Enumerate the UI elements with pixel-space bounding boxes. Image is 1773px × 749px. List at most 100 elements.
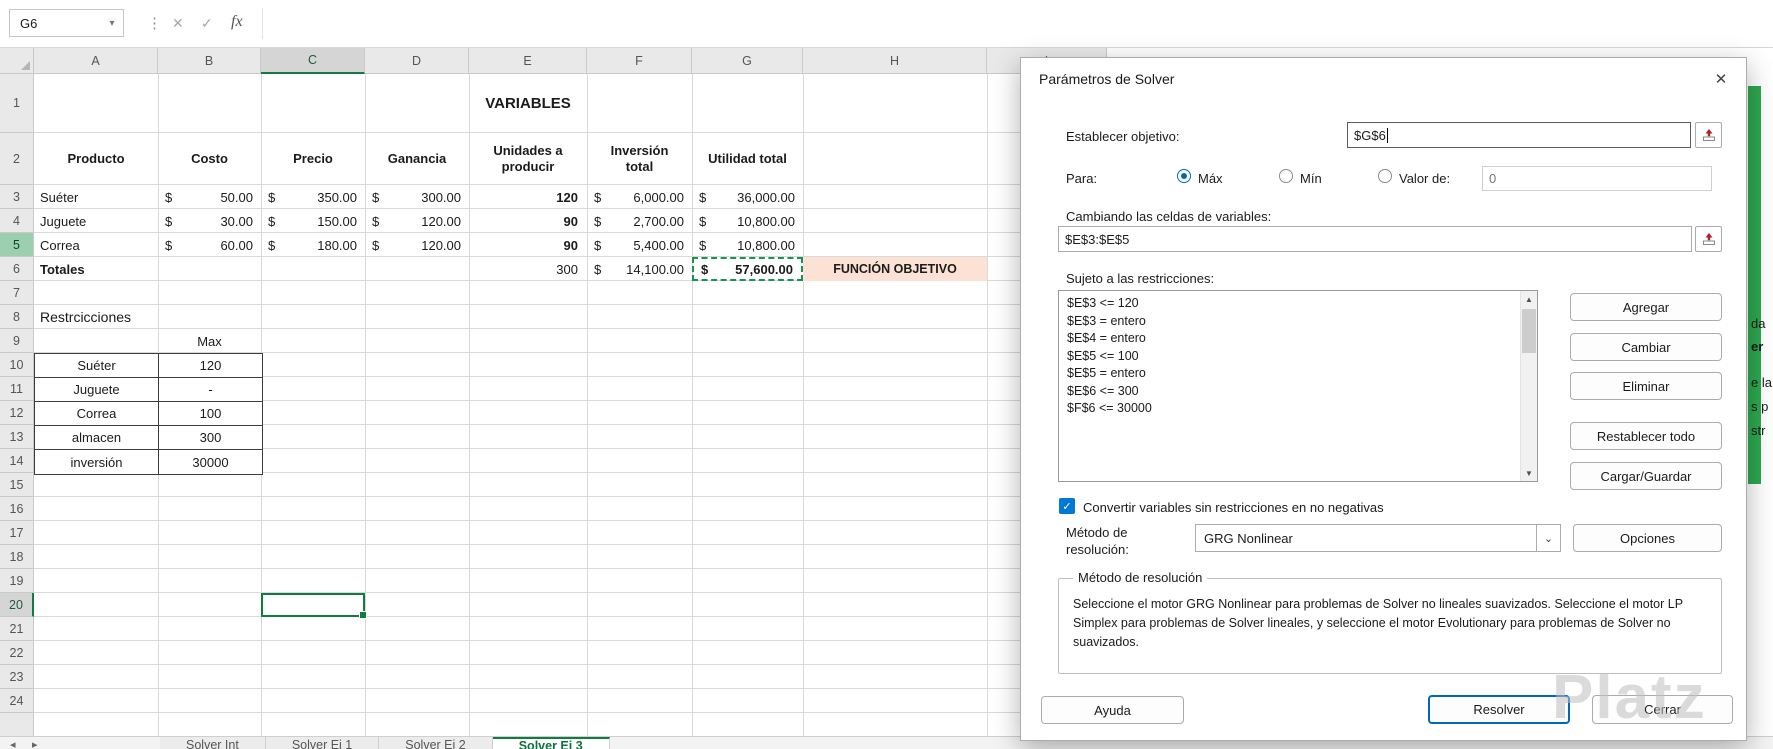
chevron-down-icon[interactable]: ▾ <box>101 18 123 29</box>
radio-value-of[interactable] <box>1378 169 1392 183</box>
row-header[interactable]: 24 <box>0 689 34 713</box>
row-header[interactable]: 16 <box>0 497 34 521</box>
cell-F4[interactable]: $2,700.00 <box>587 209 692 233</box>
nonneg-checkbox-label[interactable]: Convertir variables sin restricciones en… <box>1083 499 1563 516</box>
cell-B5[interactable]: $60.00 <box>158 233 261 257</box>
constraint-item[interactable]: $E$3 <= 120 <box>1067 295 1520 313</box>
radio-max[interactable] <box>1177 169 1191 183</box>
cell-A11[interactable]: Juguete <box>35 378 159 402</box>
cell-G3[interactable]: $36,000.00 <box>692 185 803 209</box>
cell-A6[interactable]: Totales <box>34 257 158 281</box>
formula-input[interactable] <box>270 6 1765 41</box>
cell-B3[interactable]: $50.00 <box>158 185 261 209</box>
select-all-corner[interactable] <box>0 48 34 74</box>
radio-min-label[interactable]: Mín <box>1300 170 1322 187</box>
delete-button[interactable]: Eliminar <box>1570 372 1722 400</box>
row-header[interactable]: 14 <box>0 449 34 473</box>
cell-A3[interactable]: Suéter <box>34 185 158 209</box>
variable-cells-range-button[interactable] <box>1695 226 1722 252</box>
constraints-list[interactable]: $E$3 <= 120 $E$3 = entero $E$4 = entero $E$… <box>1058 290 1538 482</box>
cell-D3[interactable]: $300.00 <box>365 185 469 209</box>
cell-A5[interactable]: Correa <box>34 233 158 257</box>
cell-A10[interactable]: Suéter <box>35 354 159 378</box>
cell-A2[interactable]: Producto <box>34 133 158 185</box>
cell-C3[interactable]: $350.00 <box>261 185 365 209</box>
constraint-item[interactable]: $F$6 <= 30000 <box>1067 400 1520 418</box>
cell-E1[interactable]: VARIABLES <box>469 74 587 133</box>
row-header[interactable]: 1 <box>0 74 34 133</box>
cell-C4[interactable]: $150.00 <box>261 209 365 233</box>
cell-E3[interactable]: 120 <box>469 185 587 209</box>
constraint-item[interactable]: $E$3 = entero <box>1067 313 1520 331</box>
cell-G6-objective[interactable]: $57,600.00 <box>692 257 803 281</box>
column-header[interactable]: G <box>692 48 803 74</box>
cell-B12[interactable]: 100 <box>159 402 262 426</box>
sheet-tab[interactable]: Solver Int <box>160 737 266 749</box>
cell-B14[interactable]: 30000 <box>159 450 262 474</box>
sheet-tab[interactable]: Solver Ej 1 <box>265 737 380 749</box>
row-header[interactable]: 5 <box>0 233 34 257</box>
radio-min[interactable] <box>1279 169 1293 183</box>
cell-D5[interactable]: $120.00 <box>365 233 469 257</box>
cell-F6[interactable]: $14,100.00 <box>587 257 692 281</box>
cell-A8-restrictions-title[interactable]: Restrcicciones <box>34 305 254 329</box>
active-cell-C20[interactable] <box>261 593 367 619</box>
cell-H6-objective-label[interactable]: FUNCIÓN OBJETIVO <box>803 257 987 281</box>
cell-E2[interactable]: Unidades a producir <box>469 133 587 185</box>
change-button[interactable]: Cambiar <box>1570 333 1722 361</box>
cell-B9-max-header[interactable]: Max <box>158 329 261 353</box>
scrollbar-thumb[interactable] <box>1522 309 1536 353</box>
sheet-tab-active[interactable]: Solver Ej 3 <box>492 737 610 749</box>
objective-range-button[interactable] <box>1695 122 1722 148</box>
constraint-item[interactable]: $E$5 <= 100 <box>1067 348 1520 366</box>
row-header[interactable]: 11 <box>0 377 34 401</box>
row-header[interactable]: 19 <box>0 569 34 593</box>
close-button[interactable]: ✕ <box>1706 66 1736 92</box>
cell-E4[interactable]: 90 <box>469 209 587 233</box>
cell-B4[interactable]: $30.00 <box>158 209 261 233</box>
row-header[interactable]: 17 <box>0 521 34 545</box>
tab-nav-right-icon[interactable]: ▸ <box>32 738 38 749</box>
solve-button[interactable]: Resolver <box>1428 695 1570 724</box>
column-header[interactable]: D <box>365 48 469 74</box>
row-header[interactable]: 10 <box>0 353 34 377</box>
cell-A13[interactable]: almacen <box>35 426 159 450</box>
column-header[interactable]: C <box>261 48 365 74</box>
row-header[interactable]: 21 <box>0 617 34 641</box>
cell-F2[interactable]: Inversión total <box>587 133 692 185</box>
radio-value-of-label[interactable]: Valor de: <box>1399 170 1450 187</box>
variable-cells-input[interactable]: $E$3:$E$5 <box>1058 226 1692 252</box>
enter-icon[interactable]: ✓ <box>201 15 213 32</box>
chevron-down-icon[interactable]: ⌄ <box>1536 525 1560 551</box>
options-button[interactable]: Opciones <box>1573 524 1722 552</box>
add-button[interactable]: Agregar <box>1570 293 1722 321</box>
row-header[interactable]: 20 <box>0 593 34 617</box>
cell-E5[interactable]: 90 <box>469 233 587 257</box>
radio-max-label[interactable]: Máx <box>1198 170 1223 187</box>
cell-B13[interactable]: 300 <box>159 426 262 450</box>
cell-A14[interactable]: inversión <box>35 450 159 474</box>
row-header[interactable]: 2 <box>0 133 34 185</box>
cell-D2[interactable]: Ganancia <box>365 133 469 185</box>
row-header[interactable]: 12 <box>0 401 34 425</box>
cell-C5[interactable]: $180.00 <box>261 233 365 257</box>
cell-F5[interactable]: $5,400.00 <box>587 233 692 257</box>
row-header[interactable]: 4 <box>0 209 34 233</box>
cell-C2[interactable]: Precio <box>261 133 365 185</box>
row-header[interactable]: 7 <box>0 281 34 305</box>
row-header[interactable]: 23 <box>0 665 34 689</box>
close-dialog-button[interactable]: Cerrar <box>1592 695 1733 724</box>
column-header[interactable]: B <box>158 48 261 74</box>
cell-B11[interactable]: - <box>159 378 262 402</box>
objective-input[interactable]: $G$6 <box>1347 122 1691 148</box>
row-header[interactable]: 13 <box>0 425 34 449</box>
cell-B2[interactable]: Costo <box>158 133 261 185</box>
cancel-icon[interactable]: ✕ <box>172 15 184 32</box>
row-header[interactable]: 6 <box>0 257 34 281</box>
nonneg-checkbox[interactable]: ✓ <box>1059 498 1075 514</box>
row-header[interactable]: 15 <box>0 473 34 497</box>
dialog-titlebar[interactable]: Parámetros de Solver ✕ <box>1021 58 1746 96</box>
column-header[interactable]: E <box>469 48 587 74</box>
row-header[interactable]: 18 <box>0 545 34 569</box>
cell-G4[interactable]: $10,800.00 <box>692 209 803 233</box>
